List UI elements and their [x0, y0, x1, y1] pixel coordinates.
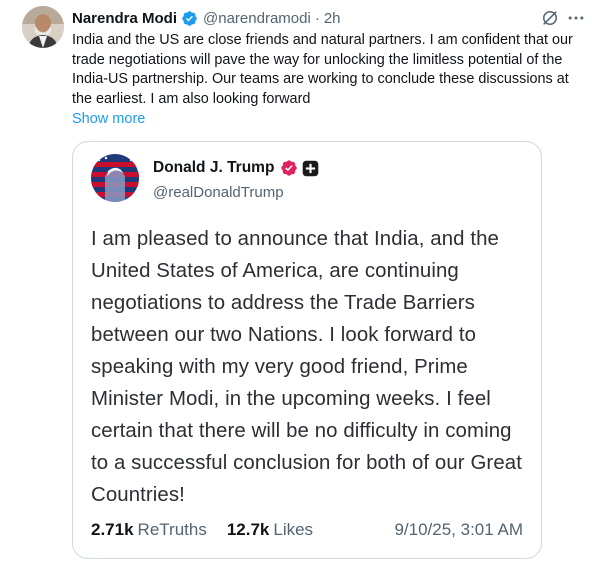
author-name[interactable]: Narendra Modi	[72, 10, 177, 27]
post-time[interactable]: 2h	[324, 10, 341, 27]
plus-icon	[303, 160, 319, 176]
likes-label[interactable]: Likes	[273, 520, 313, 540]
verified-badge-icon	[281, 160, 298, 176]
show-more-link[interactable]: Show more	[72, 111, 145, 127]
author-handle[interactable]: @narendramodi	[203, 10, 311, 27]
separator-dot: ·	[314, 9, 320, 27]
engagement-stats: 2.71k ReTruths 12.7k Likes	[91, 520, 313, 540]
avatar-modi[interactable]	[22, 6, 64, 48]
quoted-post-text: I am pleased to announce that India, and…	[91, 228, 522, 506]
likes-count[interactable]: 12.7k	[227, 520, 270, 540]
quoted-author-handle[interactable]: @realDonaldTrump	[153, 184, 284, 201]
more-options-icon[interactable]	[566, 8, 586, 28]
quoted-timestamp: 9/10/25, 3:01 AM	[394, 520, 523, 539]
post: Narendra Modi @narendramodi · 2h India a…	[0, 0, 592, 572]
avatar-trump[interactable]	[91, 154, 139, 202]
retruths-count[interactable]: 2.71k	[91, 520, 134, 540]
grok-icon[interactable]	[540, 8, 560, 28]
retruths-label[interactable]: ReTruths	[138, 520, 207, 540]
quoted-author-name[interactable]: Donald J. Trump	[153, 159, 274, 177]
verified-badge-icon	[182, 10, 197, 26]
post-text: India and the US are close friends and n…	[72, 32, 573, 107]
quoted-author-row: Donald J. Trump	[153, 159, 319, 177]
post-header: Narendra Modi @narendramodi · 2h	[72, 8, 341, 28]
quoted-post-card[interactable]: Donald J. Trump @realDonaldTrump I am pl…	[72, 141, 542, 559]
